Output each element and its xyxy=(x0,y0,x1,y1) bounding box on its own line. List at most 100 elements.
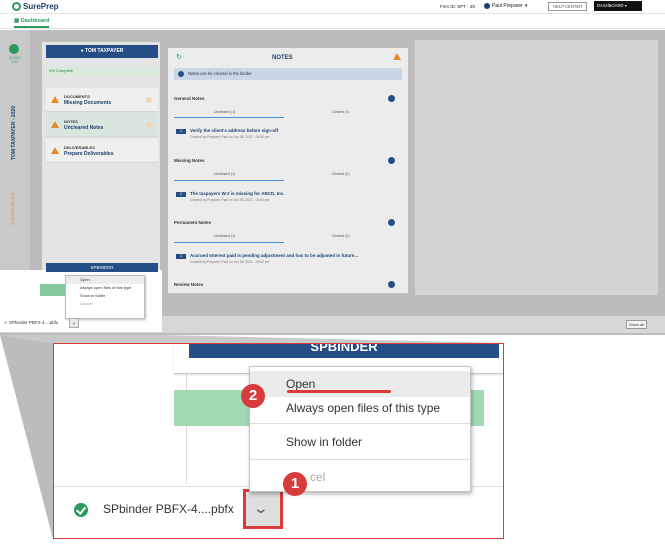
warning-icon xyxy=(51,96,59,103)
client-panel xyxy=(42,42,160,292)
refresh-icon[interactable]: ↻ xyxy=(176,53,182,61)
client-list-label: CLIENT LIST xyxy=(8,56,22,64)
tab-cleared[interactable]: Cleared (0) xyxy=(332,172,350,176)
firm-id: Firm ID: SPT - 29 xyxy=(440,4,475,9)
menu-item-show-in-folder[interactable]: Show in folder xyxy=(250,429,470,455)
item-deliverables[interactable]: DELIVERABLES Prepare Deliverables xyxy=(46,139,158,163)
menu-item-show-in-folder[interactable]: Show in folder xyxy=(66,292,144,300)
download-context-menu: Open Always open files of this type Show… xyxy=(249,366,471,492)
logo-text: SurePrep xyxy=(23,2,59,11)
dashboard-dropdown[interactable]: DASHBOARD ▾ xyxy=(594,1,642,11)
note-item[interactable]: 2 The taxpayers W-2 is missing for ABCD,… xyxy=(176,191,390,205)
tab-underline xyxy=(174,242,284,243)
section-title: Missing Notes xyxy=(174,158,205,163)
user-menu[interactable]: Paul Preparer ▾ xyxy=(484,3,527,9)
note-text: The taxpayers W-2 is missing for ABCD, I… xyxy=(190,191,285,196)
menu-separator xyxy=(250,459,470,460)
item-subtitle: Prepare Deliverables xyxy=(64,151,114,157)
warning-icon xyxy=(393,53,401,60)
section-title: General Notes xyxy=(174,96,205,101)
add-note-icon[interactable] xyxy=(388,281,395,288)
note-item[interactable]: 1 Accrued Interest paid is pending adjus… xyxy=(176,253,390,267)
note-number: 2 xyxy=(176,192,186,197)
download-file-name: SPbinder PBFX-4....pbfx xyxy=(9,320,59,325)
vertical-client-title: TOM TAXPAYER - 2020 xyxy=(11,106,17,160)
annotation-underline xyxy=(287,390,391,393)
tab-underline xyxy=(174,117,284,118)
download-file-name[interactable]: SPbinder PBFX-4....pbfx xyxy=(103,502,234,516)
item-title: DOCUMENTS xyxy=(64,94,90,99)
logo[interactable]: SurePrep xyxy=(12,2,59,11)
spbinder-button[interactable]: SPBINDER xyxy=(46,263,158,272)
logo-icon xyxy=(12,2,21,11)
item-subtitle: Uncleared Notes xyxy=(64,125,104,131)
progress-complete: 0% Complete xyxy=(46,66,158,75)
note-item[interactable]: 1 Verify the client's address before sig… xyxy=(176,128,390,142)
tab-cleared[interactable]: Cleared (0) xyxy=(332,110,350,114)
dashboard-label: DASHBOARD xyxy=(597,3,624,8)
download-options-button[interactable]: ⌄ xyxy=(243,489,283,529)
green-bar xyxy=(40,284,65,296)
note-text: Verify the client's address before sign-… xyxy=(190,128,279,133)
item-documents[interactable]: DOCUMENTS Missing Documents xyxy=(46,88,158,112)
right-panel xyxy=(415,40,658,295)
add-note-icon[interactable] xyxy=(388,219,395,226)
spbinder-button[interactable]: SPBINDER xyxy=(189,344,499,358)
check-icon: ✔ xyxy=(4,320,8,325)
tab-dashboard-label: Dashboard xyxy=(20,18,50,24)
note-number: 1 xyxy=(176,129,186,134)
item-notes[interactable]: NOTES Uncleared Notes xyxy=(46,113,158,137)
chevron-down-icon: ▾ xyxy=(524,3,528,9)
menu-item-cancel[interactable]: Cancel xyxy=(66,300,144,308)
vertical-status: IN-OFFICE REVIEW xyxy=(11,192,15,225)
user-name: Paul Preparer xyxy=(492,3,523,9)
note-number: 1 xyxy=(176,254,186,259)
add-note-icon[interactable] xyxy=(388,157,395,164)
inset-left-panel xyxy=(54,344,186,484)
client-name-label: TOM TAXPAYER xyxy=(84,48,124,54)
note-meta: Created by Preparer, Paul on Jun 08, 202… xyxy=(190,198,270,202)
tab-cleared[interactable]: Cleared (0) xyxy=(332,234,350,238)
warning-icon xyxy=(51,121,59,128)
section-title: Review Notes xyxy=(174,282,204,287)
note-meta: Created by Preparer, Paul on Jun 08, 202… xyxy=(190,260,270,264)
item-subtitle: Missing Documents xyxy=(64,100,112,106)
info-icon xyxy=(178,71,184,77)
menu-item-always-open[interactable]: Always open files of this type xyxy=(250,395,470,421)
note-meta: Created by Preparer, Paul on Jun 08, 202… xyxy=(190,135,270,139)
chevron-down-icon: ⌄ xyxy=(252,500,270,516)
add-note-icon[interactable] xyxy=(388,95,395,102)
context-menu-small: Open Always open files of this type Show… xyxy=(65,275,145,319)
tab-uncleared[interactable]: Uncleared (1) xyxy=(214,110,235,114)
tab-underline xyxy=(174,180,284,181)
item-title: NOTES xyxy=(64,119,78,124)
note-text: Accrued Interest paid is pending adjustm… xyxy=(190,253,359,258)
download-options-button[interactable]: ⌄ xyxy=(69,318,79,328)
download-file[interactable]: ✔ SPbinder PBFX-4....pbfx xyxy=(4,320,58,326)
show-all-button[interactable]: Show all xyxy=(626,320,648,329)
info-banner: Notes can be cleared in the binder xyxy=(174,68,402,80)
client-list-icon[interactable] xyxy=(9,44,19,54)
tab-dashboard[interactable]: ▦ Dashboard xyxy=(14,18,50,28)
user-icon xyxy=(484,3,490,9)
check-icon xyxy=(74,503,88,517)
tab-uncleared[interactable]: Uncleared (1) xyxy=(214,234,235,238)
dashboard-icon: ▦ xyxy=(14,18,20,24)
section-title: Permanent Notes xyxy=(174,220,212,225)
step-badge-2: 2 xyxy=(241,384,265,408)
notes-title: NOTES xyxy=(272,55,293,61)
magnified-inset: SPBINDER SPbinder PBFX-4....pbfx ⌄ Open … xyxy=(53,343,504,539)
menu-item-always-open[interactable]: Always open files of this type xyxy=(66,284,144,292)
count-badge xyxy=(146,122,152,128)
help-center-button[interactable]: HELP CENTER xyxy=(548,2,588,11)
menu-item-open[interactable]: Open xyxy=(66,276,144,284)
chevron-down-icon: ⌄ xyxy=(71,320,77,326)
count-badge xyxy=(146,97,152,103)
client-name-button[interactable]: ● TOM TAXPAYER xyxy=(46,45,158,58)
menu-item-open[interactable]: Open xyxy=(250,371,470,397)
item-title: DELIVERABLES xyxy=(64,145,95,150)
tab-uncleared[interactable]: Uncleared (1) xyxy=(214,172,235,176)
step-badge-1: 1 xyxy=(283,472,307,496)
nav-bar: ▦ Dashboard xyxy=(0,14,665,29)
info-text: Notes can be cleared in the binder xyxy=(188,71,252,76)
